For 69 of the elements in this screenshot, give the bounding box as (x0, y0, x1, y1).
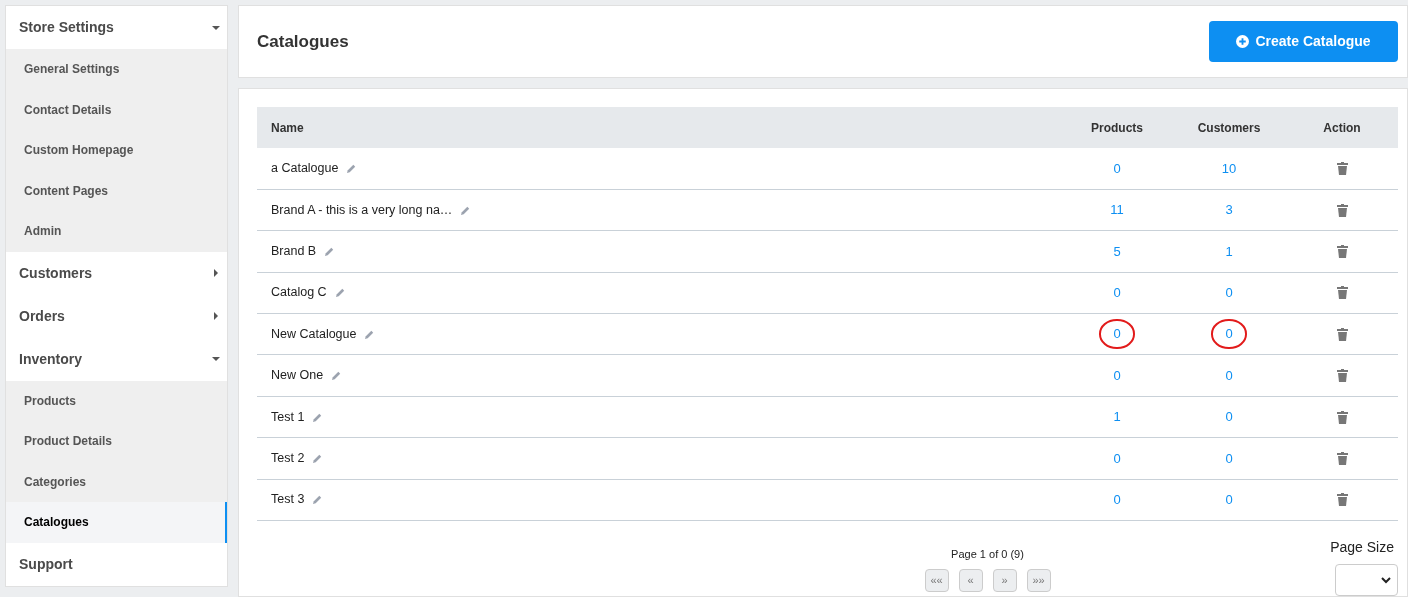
pagination-button[interactable]: » (992, 568, 1017, 592)
trash-icon[interactable] (1336, 203, 1348, 217)
sidebar-item[interactable]: Admin (6, 211, 227, 252)
trash-icon[interactable] (1336, 410, 1348, 424)
pencil-icon[interactable] (334, 287, 346, 299)
count-link[interactable]: 0 (1211, 278, 1247, 308)
sidebar-item[interactable]: Catalogues (6, 502, 227, 543)
trash-icon[interactable] (1336, 369, 1348, 383)
column-header: Name (257, 107, 1062, 149)
page-summary: Page 1 of 0 (9) (951, 547, 1024, 562)
table-cell-text: Test 3 (271, 491, 305, 509)
pencil-icon[interactable] (364, 328, 376, 340)
count-link[interactable]: 1 (1211, 236, 1247, 267)
column-header: Action (1286, 107, 1398, 149)
pencil-icon[interactable] (324, 245, 336, 257)
count-link[interactable]: 10 (1207, 153, 1251, 184)
count-link[interactable]: 0 (1211, 360, 1247, 391)
sidebar-item[interactable]: Content Pages (6, 170, 227, 211)
table-cell-text: Brand A - this is a very long na… (271, 201, 453, 219)
column-header: Products (1062, 107, 1172, 149)
sidebar-item[interactable]: Product Details (6, 421, 227, 462)
pagination-button[interactable]: «« (924, 568, 949, 592)
sidebar-item[interactable]: Custom Homepage (6, 130, 227, 171)
sidebar-item[interactable]: Categories (6, 461, 227, 502)
table-cell-text: Test 2 (271, 450, 305, 468)
plus-circle-icon (1236, 35, 1250, 49)
count-link[interactable]: 0 (1099, 278, 1135, 308)
count-link[interactable]: 11 (1096, 195, 1138, 225)
pencil-icon[interactable] (331, 370, 343, 382)
sidebar-item[interactable]: Products (6, 380, 227, 421)
count-link[interactable]: 0 (1211, 485, 1247, 515)
column-header: Customers (1172, 107, 1286, 149)
count-link[interactable]: 3 (1211, 195, 1247, 225)
table-cell-text: Test 1 (271, 408, 305, 426)
pencil-icon[interactable] (312, 411, 324, 423)
count-link[interactable]: 0 (1211, 319, 1247, 349)
trash-icon[interactable] (1336, 327, 1348, 341)
page-size-select[interactable] (1335, 564, 1398, 596)
trash-icon[interactable] (1336, 451, 1348, 465)
count-link[interactable]: 1 (1099, 402, 1135, 432)
count-link[interactable]: 0 (1211, 443, 1247, 474)
table-cell-text: a Catalogue (271, 160, 339, 178)
pencil-icon[interactable] (460, 204, 472, 216)
pencil-icon[interactable] (312, 452, 324, 464)
table-cell-text: Brand B (271, 243, 317, 261)
count-link[interactable]: 0 (1099, 153, 1135, 184)
page-size-label: Page Size (1330, 538, 1395, 557)
count-link[interactable]: 0 (1211, 402, 1247, 432)
count-link[interactable]: 5 (1099, 236, 1135, 267)
create-button[interactable]: Create Catalogue (1209, 21, 1398, 63)
pagination-button[interactable]: »» (1026, 568, 1051, 592)
table-cell-text: Catalog C (271, 284, 327, 302)
sidebar-item[interactable]: Contact Details (6, 89, 227, 130)
pencil-icon[interactable] (346, 163, 358, 175)
table-cell-text: New One (271, 367, 324, 385)
pagination-button[interactable]: « (958, 568, 983, 592)
trash-icon[interactable] (1336, 162, 1348, 176)
count-link[interactable]: 0 (1099, 319, 1135, 349)
trash-icon[interactable] (1336, 286, 1348, 300)
pencil-icon[interactable] (312, 494, 324, 506)
count-link[interactable]: 0 (1099, 485, 1135, 515)
count-link[interactable]: 0 (1099, 443, 1135, 474)
table-cell-text: New Catalogue (271, 325, 357, 343)
sidebar-item[interactable]: General Settings (6, 49, 227, 90)
trash-icon[interactable] (1336, 493, 1348, 507)
trash-icon[interactable] (1336, 244, 1348, 258)
chevron-down-icon (1381, 576, 1391, 584)
page-title: Catalogues (257, 31, 349, 53)
count-link[interactable]: 0 (1099, 360, 1135, 391)
